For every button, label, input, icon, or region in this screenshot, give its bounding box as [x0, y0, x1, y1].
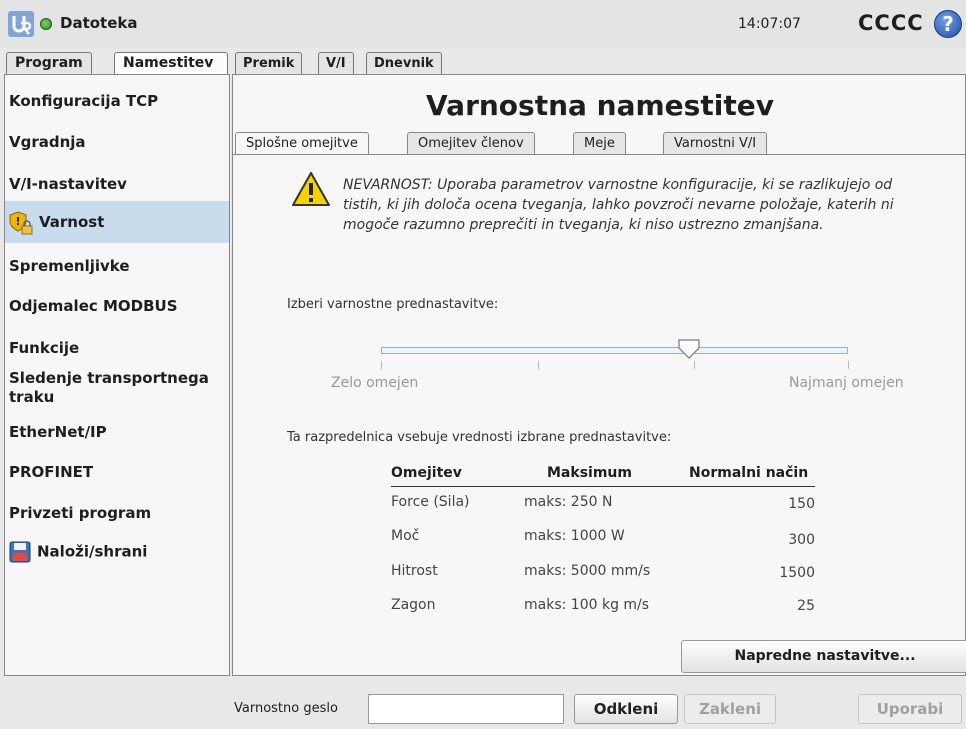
column-header-maximum: Maksimum — [547, 465, 632, 481]
svg-text:!: ! — [15, 215, 20, 228]
password-label: Varnostno geslo — [234, 701, 338, 716]
safety-shield-lock-icon: ! — [9, 210, 33, 234]
apply-button[interactable]: Uporabi — [858, 694, 962, 724]
sidebar-item-spremenljivke[interactable]: Spremenljivke — [5, 257, 229, 275]
tab-namestitev[interactable]: Namestitev — [114, 52, 228, 74]
sidebar-item-load-save[interactable]: Naloži/shrani — [5, 541, 229, 563]
unlock-button[interactable]: Odkleni — [574, 694, 678, 724]
preset-slider-track[interactable] — [381, 347, 848, 354]
sidebar-item-funkcije[interactable]: Funkcije — [5, 339, 229, 357]
sidebar-item-tcp[interactable]: Konfiguracija TCP — [5, 92, 229, 110]
floppy-disk-icon — [9, 541, 31, 563]
sidebar-item-ethernet-ip[interactable]: EtherNet/IP — [5, 423, 229, 441]
sidebar-item-varnost[interactable]: ! Varnost — [5, 201, 229, 243]
tab-joint-limits[interactable]: Omejitev členov — [407, 132, 535, 154]
tab-vi[interactable]: V/I — [318, 52, 354, 74]
table-cell: maks: 100 kg m/s — [524, 597, 650, 613]
robot-name: CCCC — [858, 11, 924, 35]
sidebar-item-modbus[interactable]: Odjemalec MODBUS — [5, 297, 229, 315]
sidebar: Konfiguracija TCP Vgradnja V/I-nastavite… — [4, 74, 230, 676]
tab-boundaries[interactable]: Meje — [573, 132, 626, 154]
slider-min-label: Zelo omejen — [331, 375, 419, 391]
warning-icon — [292, 172, 330, 206]
help-icon[interactable]: ? — [934, 10, 962, 38]
slider-tick — [848, 361, 849, 369]
warning-text: NEVARNOST: Uporaba parametrov varnostne … — [343, 177, 894, 233]
tab-dnevnik[interactable]: Dnevnik — [366, 52, 442, 74]
sidebar-item-profinet[interactable]: PROFINET — [5, 463, 229, 481]
page-title: Varnostna namestitev — [426, 89, 774, 122]
table-cell: 300 — [788, 532, 815, 548]
table-header-divider — [391, 486, 815, 487]
table-cell: maks: 1000 W — [524, 528, 625, 544]
table-cell: 1500 — [779, 565, 815, 581]
table-cell: maks: 250 N — [524, 494, 613, 510]
table-caption: Ta razpredelnica vsebuje vrednosti izbra… — [287, 430, 672, 445]
slider-tick — [538, 361, 539, 369]
sidebar-item-default-program[interactable]: Privzeti program — [5, 504, 229, 522]
slider-max-label: Najmanj omejen — [789, 375, 904, 391]
sidebar-item-io-setup[interactable]: V/I-nastavitev — [5, 175, 229, 193]
top-bar: Datoteka 14:07:07 CCCC ? — [0, 0, 966, 48]
slider-tick — [694, 361, 695, 369]
advanced-settings-button[interactable]: Napredne nastavitve... — [681, 640, 966, 673]
preset-slider-handle[interactable] — [678, 339, 700, 359]
table-cell: Force (Sila) — [391, 494, 470, 510]
sidebar-item-label: Naloži/shrani — [37, 542, 148, 561]
sidebar-item-vgradnja[interactable]: Vgradnja — [5, 133, 229, 151]
tab-premik[interactable]: Premik — [235, 52, 303, 74]
column-header-limit: Omejitev — [391, 465, 462, 481]
status-indicator-icon — [40, 18, 52, 30]
main-panel: Varnostna namestitev Splošne omejitve Om… — [232, 74, 966, 676]
column-header-normal-mode: Normalni način — [689, 465, 809, 481]
table-cell: maks: 5000 mm/s — [524, 563, 651, 579]
lock-button[interactable]: Zakleni — [684, 694, 776, 724]
file-menu[interactable]: Datoteka — [60, 14, 138, 32]
preset-label: Izberi varnostne prednastavitve: — [287, 297, 499, 312]
tab-program[interactable]: Program — [6, 52, 92, 74]
sidebar-item-label: Varnost — [39, 213, 105, 231]
table-cell: Hitrost — [391, 563, 438, 579]
table-cell: 150 — [788, 496, 815, 512]
password-input[interactable] — [368, 694, 564, 724]
table-cell: Zagon — [391, 597, 436, 613]
clock: 14:07:07 — [738, 16, 801, 32]
slider-tick — [381, 361, 382, 369]
tab-safety-io[interactable]: Varnostni V/I — [663, 132, 768, 154]
table-cell: Moč — [391, 528, 420, 544]
tab-general-limits[interactable]: Splošne omejitve — [235, 132, 369, 154]
sidebar-item-conveyor[interactable]: Sledenje transportnega traku — [5, 369, 229, 407]
ur-logo-icon — [8, 11, 34, 37]
table-cell: 25 — [797, 598, 815, 614]
